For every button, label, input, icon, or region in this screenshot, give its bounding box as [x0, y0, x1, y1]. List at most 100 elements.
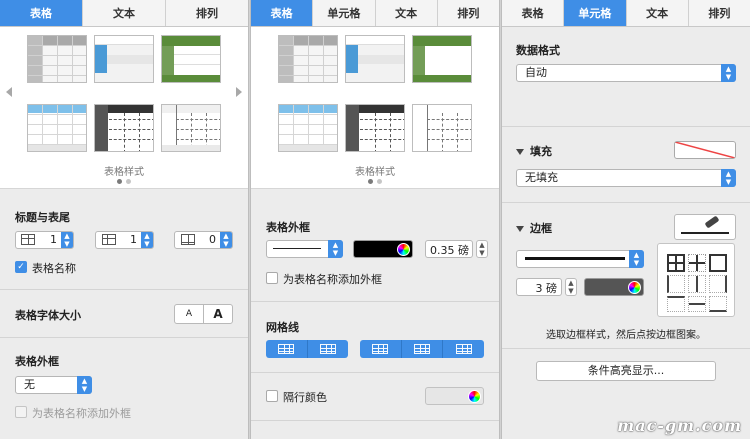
gridlines-header-row-button[interactable]	[402, 340, 444, 358]
outline-line-select[interactable]: ▲ ▼	[266, 240, 343, 258]
table-style-1[interactable]	[27, 35, 87, 83]
tab-table[interactable]: 表格	[251, 0, 314, 26]
border-width-field[interactable]: 3 磅	[516, 278, 562, 296]
header-rows-value[interactable]: 1	[50, 233, 57, 246]
table-style-6[interactable]	[161, 104, 221, 152]
disclosure-triangle-icon[interactable]	[516, 226, 524, 232]
table-style-2[interactable]	[94, 35, 154, 83]
conditional-highlight-button[interactable]: 条件高亮显示...	[536, 361, 716, 381]
add-outline-label: 为表格名称添加外框	[32, 407, 131, 420]
table-style-5[interactable]	[345, 104, 405, 152]
tab-text[interactable]: 文本	[83, 0, 166, 26]
fill-title: 填充	[530, 145, 552, 158]
header-rows-spin-icon[interactable]: ▲ ▼	[61, 232, 73, 248]
tab-table[interactable]: 表格	[0, 0, 83, 26]
data-format-select[interactable]: 自动 ▲ ▼	[516, 64, 736, 82]
table-name-checkbox[interactable]: ✓	[15, 261, 27, 273]
gridlines-vertical-button[interactable]	[308, 340, 349, 358]
gridlines-header-col-button[interactable]	[360, 340, 402, 358]
gridlines-horizontal-button[interactable]	[266, 340, 308, 358]
outline-width-value[interactable]: 0.35 磅	[430, 242, 469, 258]
tab-text[interactable]: 文本	[376, 0, 438, 26]
border-hint-text: 选取边框样式，然后点按边框图案。	[546, 330, 706, 341]
gridlines-header-group[interactable]	[360, 340, 484, 358]
grid-header-row-icon	[414, 344, 430, 354]
vertical-center-icon[interactable]	[688, 275, 706, 293]
border-width-spin-icon[interactable]: ▲ ▼	[565, 278, 577, 296]
decrease-font-button[interactable]: A	[174, 304, 204, 324]
tab-cell[interactable]: 单元格	[564, 0, 627, 26]
outline-style-value: 无	[24, 378, 35, 391]
next-style-arrow-icon[interactable]	[236, 87, 242, 97]
divider	[251, 372, 499, 373]
border-line-select[interactable]: ▲ ▼	[516, 250, 644, 268]
table-style-1[interactable]	[278, 35, 338, 83]
table-style-6[interactable]	[412, 104, 472, 152]
fill-color-well[interactable]	[674, 141, 736, 159]
border-line-icon	[681, 232, 729, 234]
fill-section-toggle[interactable]: 填充	[516, 143, 552, 159]
outline-color-well[interactable]	[353, 240, 413, 258]
line-style-preview	[273, 248, 321, 249]
divider	[502, 126, 750, 127]
add-outline-label: 为表格名称添加外框	[283, 273, 382, 286]
footer-rows-stepper[interactable]: 0 ▲ ▼	[174, 231, 233, 249]
tab-bar: 表格 单元格 文本 排列	[502, 0, 750, 27]
format-panel-table-2: 表格 单元格 文本 排列 表格样式 表格外框 ▲ ▼ 0.35 磅 ▲ ▼ 为表…	[251, 0, 499, 439]
add-outline-checkbox[interactable]	[266, 272, 278, 284]
tab-bar: 表格 文本 排列	[0, 0, 248, 27]
table-style-4[interactable]	[27, 104, 87, 152]
page-dots[interactable]	[0, 179, 248, 184]
grid-footer-icon	[455, 344, 472, 354]
outer-borders-icon[interactable]	[709, 254, 727, 272]
divider	[502, 202, 750, 203]
alternate-row-color-well[interactable]	[425, 387, 484, 405]
color-wheel-icon[interactable]	[468, 390, 481, 403]
increase-font-button[interactable]: A	[203, 304, 233, 324]
gridlines-body-group[interactable]	[266, 340, 348, 358]
fill-select[interactable]: 无填充 ▲ ▼	[516, 169, 736, 187]
color-wheel-icon[interactable]	[628, 281, 641, 294]
border-section-toggle[interactable]: 边框	[516, 220, 552, 236]
border-style-button[interactable]	[674, 214, 736, 240]
left-border-icon[interactable]	[667, 275, 685, 293]
add-outline-checkbox[interactable]	[15, 406, 27, 418]
border-color-well[interactable]	[584, 278, 644, 296]
tab-arrange[interactable]: 排列	[438, 0, 499, 26]
outline-width-spin-icon[interactable]: ▲ ▼	[476, 240, 488, 258]
styles-label: 表格样式	[104, 167, 144, 178]
disclosure-triangle-icon[interactable]	[516, 149, 524, 155]
header-rows-stepper[interactable]: 1 ▲ ▼	[15, 231, 74, 249]
header-cols-value[interactable]: 1	[130, 233, 137, 246]
header-cols-icon	[102, 234, 116, 245]
tab-table[interactable]: 表格	[502, 0, 565, 26]
horizontal-center-icon[interactable]	[688, 296, 706, 312]
inner-borders-icon[interactable]	[688, 254, 706, 272]
table-style-4[interactable]	[278, 104, 338, 152]
border-width-value[interactable]: 3 磅	[536, 280, 558, 296]
tab-text[interactable]: 文本	[627, 0, 689, 26]
header-cols-spin-icon[interactable]: ▲ ▼	[141, 232, 153, 248]
tab-arrange[interactable]: 排列	[689, 0, 750, 26]
footer-rows-value[interactable]: 0	[209, 233, 216, 246]
header-cols-stepper[interactable]: 1 ▲ ▼	[95, 231, 154, 249]
all-borders-icon[interactable]	[667, 254, 685, 272]
outline-width-field[interactable]: 0.35 磅	[425, 240, 473, 258]
right-border-icon[interactable]	[709, 275, 727, 293]
tab-arrange[interactable]: 排列	[166, 0, 248, 26]
table-style-2[interactable]	[345, 35, 405, 83]
table-style-3[interactable]	[161, 35, 221, 83]
footer-rows-spin-icon[interactable]: ▲ ▼	[220, 232, 232, 248]
bottom-border-icon[interactable]	[709, 296, 727, 312]
color-wheel-icon[interactable]	[397, 243, 410, 256]
outline-style-select[interactable]: 无 ▲ ▼	[15, 376, 92, 394]
table-style-5[interactable]	[94, 104, 154, 152]
gridlines-footer-button[interactable]	[443, 340, 484, 358]
top-border-icon[interactable]	[667, 296, 685, 312]
alternate-row-checkbox[interactable]	[266, 390, 278, 402]
table-style-3[interactable]	[412, 35, 472, 83]
prev-style-arrow-icon[interactable]	[6, 87, 12, 97]
header-rows-icon	[21, 234, 35, 245]
tab-cell[interactable]: 单元格	[313, 0, 376, 26]
page-dots[interactable]	[251, 179, 499, 184]
